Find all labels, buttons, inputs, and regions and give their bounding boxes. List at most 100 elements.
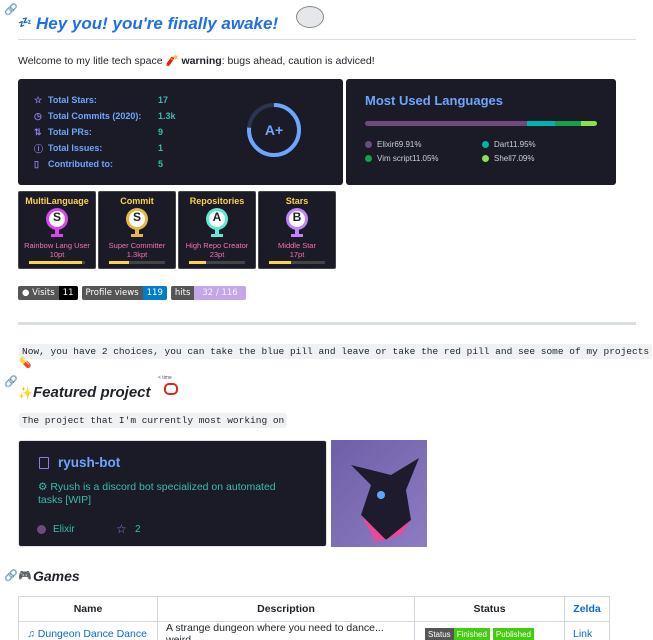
status-finished-badge: Finished [453,627,490,640]
visits-badge[interactable]: ● Visits 11 [18,286,78,300]
language-item: Shell 7.09% [482,151,599,165]
section-divider [18,322,636,325]
repo-name[interactable]: ryush-bot [58,455,120,470]
welcome-suffix: : bugs ahead, caution is adviced! [221,55,375,67]
anchor-link-icon[interactable]: 🔗 [4,376,18,388]
stat-label: Contributed to: [48,159,113,169]
trophy-card[interactable]: Stars B Middle Star 17pt [258,191,336,269]
stat-row: ▯ Contributed to: 5 [34,156,176,172]
game-link[interactable]: Link [564,621,610,640]
game-name-cell[interactable]: ♫ Dungeon Dance Dance [18,621,158,640]
anchor-link-icon[interactable]: 🔗 [4,4,18,16]
trophy-row: MultiLanguage S Rainbow Lang User 10pt Commi… [18,191,336,269]
page-title: Hey you! you're finally awake! [36,14,279,33]
game-status-cell: Status Finished Published [414,621,565,640]
hits-count: 32 / 116 [194,286,246,300]
visits-count: 11 [58,286,78,300]
hits-label: hits [170,286,195,300]
trophy-title: Commit [120,196,154,206]
github-icon: ● [22,288,30,298]
trophy-subtitle: Rainbow Lang User [24,241,90,250]
trophy-subtitle: Super Committer [108,241,166,250]
col-name: Name [18,596,158,622]
zzz-icon: 💤 [18,17,32,29]
trophy-rank: B [292,210,302,224]
languages-progress-bar [365,121,597,126]
issue-icon: ⓘ [34,143,44,154]
visits-label: ● Visits [18,286,59,300]
trophy-points: 17pt [289,250,305,259]
featured-subtitle: The project that I'm currently most work… [19,413,288,428]
trophy-progress [109,261,165,264]
sparkles-icon: ✨ [18,386,33,400]
star-icon: ☆ [116,522,127,536]
language-percent: 7.09% [511,153,535,163]
creature-illustration [351,458,419,542]
featured-repo-card[interactable]: ryush-bot ⚙ Ryush is a discord bot speci… [18,440,327,547]
trophy-cup-icon: B [282,208,312,238]
stat-row: ⇅ Total PRs: 9 [34,124,176,140]
language-dot [37,525,46,534]
repo-stars: 2 [135,524,141,535]
game-description: A strange dungeon where you need to danc… [157,621,415,640]
rank-grade: A+ [264,122,284,138]
language-name: Elixir [377,139,395,149]
stat-value: 1 [158,143,164,153]
trophy-card[interactable]: MultiLanguage S Rainbow Lang User 10pt [18,191,96,269]
project-avatar-image [331,440,427,547]
pill-sticker-icon [164,383,178,395]
trophy-title: MultiLanguage [25,196,89,206]
hits-badge[interactable]: hits 32 / 116 [170,286,246,300]
choices-text: Now, you have 2 choices, you can take th… [19,344,653,359]
stats-list: ☆ Total Stars: 17 ◷ Total Commits (2020): 1.3… [34,92,176,172]
stat-value: 9 [158,127,164,137]
trophy-cup-icon: S [122,208,152,238]
language-bar-segment [554,121,581,126]
most-used-languages-card[interactable]: Most Used Languages Elixir 69.91% Dart 11… [346,79,616,185]
game-name[interactable]: Dungeon Dance Dance [38,628,147,640]
trophy-progress-fill [269,261,292,264]
badge-row: ● Visits 11 Profile views 119 hits 32 / … [18,286,246,300]
status-published-badge: Published [492,627,534,640]
profile-views-badge[interactable]: Profile views 119 [81,286,167,300]
col-zelda[interactable]: Zelda [564,596,610,622]
languages-list: Elixir 69.91% Dart 11.95% Vim script 11.05… [365,137,605,165]
visits-label-text: Visits [32,288,55,298]
stat-value: 1.3k [158,111,176,121]
time-sticker: < time [158,375,172,381]
stat-label: Total Issues: [48,143,103,153]
trophy-subtitle: Middle Star [278,241,316,250]
welcome-prefix: Welcome to my litle tech space [18,55,166,67]
warning-label: warning [181,55,222,67]
language-name: Vim script [377,153,412,163]
col-status: Status [414,596,565,622]
repo-icon [39,457,49,469]
profile-views-count: 119 [142,286,167,300]
language-bar-segment [365,121,528,126]
table-row: ♫ Dungeon Dance Dance A strange dungeon … [18,621,610,640]
anchor-link-icon[interactable]: 🔗 [4,570,18,582]
trophy-card[interactable]: Repositories A High Repo Creator 23pt [178,191,256,269]
robot-icon: ⚙ [38,481,48,493]
stat-row: ◷ Total Commits (2020): 1.3k [34,108,176,124]
language-item: Vim script 11.05% [365,151,482,165]
trophy-card[interactable]: Commit S Super Committer 1.3kpt [98,191,176,269]
stat-row: ☆ Total Stars: 17 [34,92,176,108]
star-icon: ☆ [34,94,43,105]
music-note-icon: ♫ [27,628,35,640]
language-percent: 11.95% [509,139,536,149]
profile-views-label: Profile views [81,286,143,300]
trophy-cup-icon: A [202,208,232,238]
pill-icon: 💊 [19,358,32,369]
github-stats-card[interactable]: ☆ Total Stars: 17 ◷ Total Commits (2020): 1.3… [18,79,343,185]
stat-label: Total PRs: [48,127,92,137]
trophy-progress [189,261,245,264]
col-description: Description [157,596,415,622]
cup-base [211,234,223,237]
stat-value: 17 [158,95,169,105]
cup-base [131,234,143,237]
repo-icon: ▯ [34,158,39,169]
featured-title: Featured project [33,384,151,401]
cup-base [291,234,303,237]
rank-ring: A+ [246,102,302,158]
